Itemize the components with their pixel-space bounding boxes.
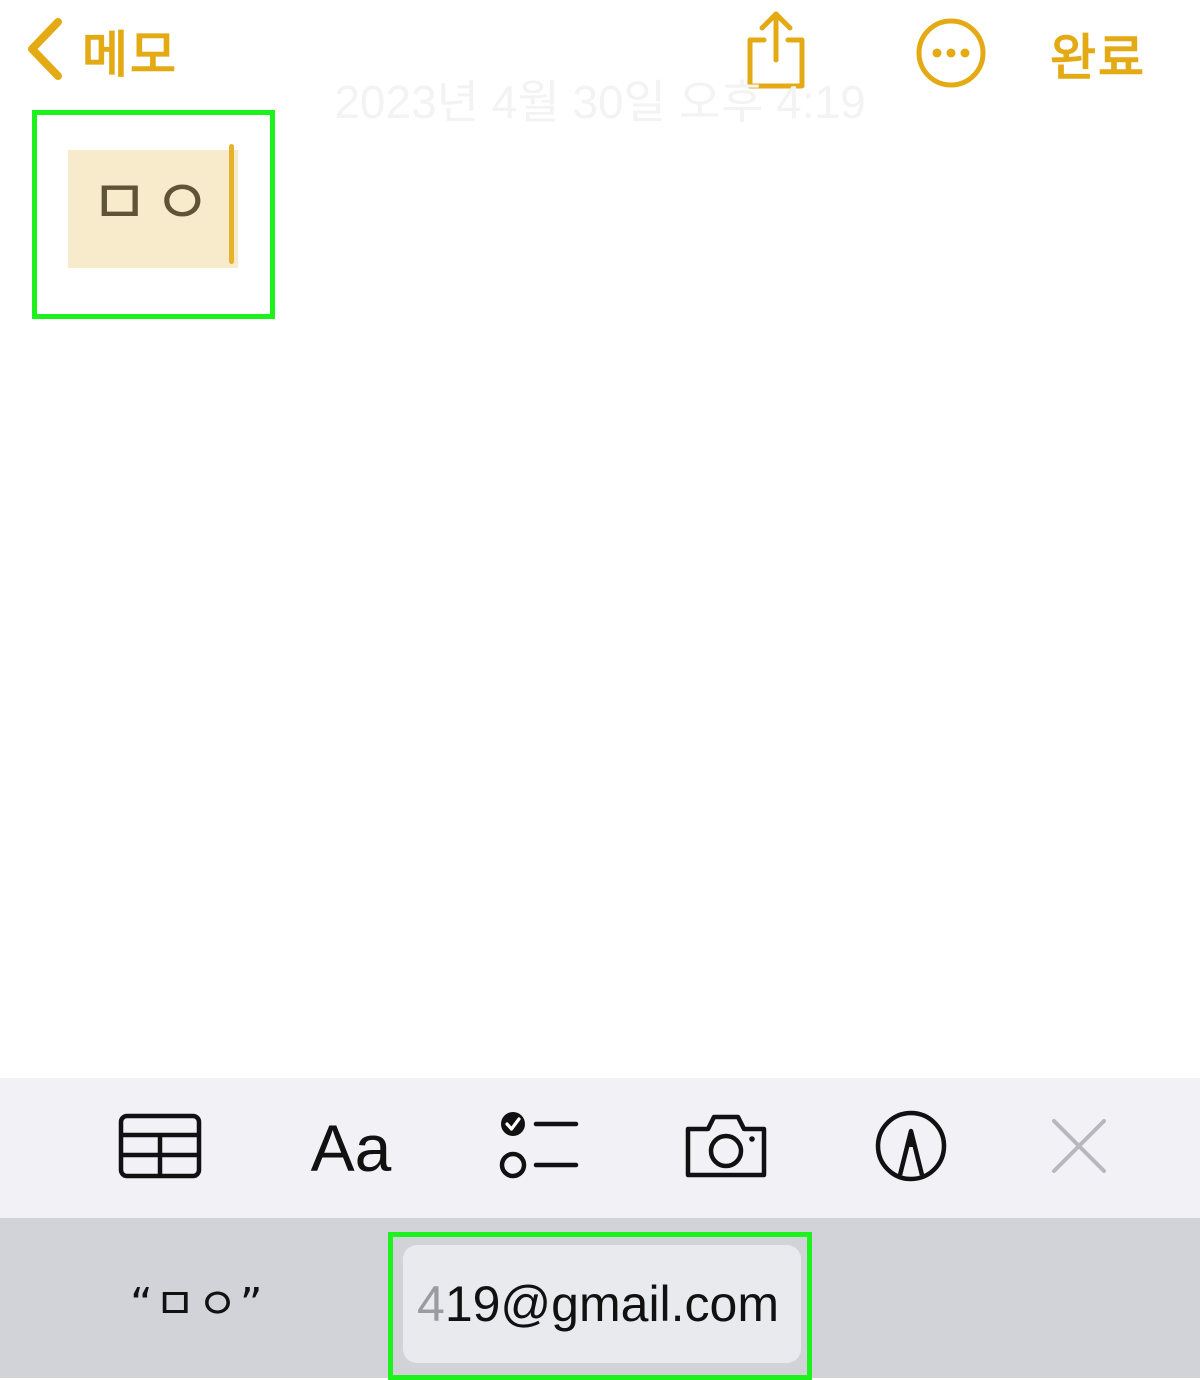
keyboard-suggestion-bar: “ㅁㅇ” 419@gmail.com	[0, 1218, 1200, 1380]
checklist-button[interactable]	[496, 1108, 580, 1188]
format-icon: Aa	[310, 1111, 392, 1185]
camera-button[interactable]	[682, 1108, 770, 1188]
formatting-toolbar: Aa	[0, 1078, 1200, 1218]
suggestion-email-text: 419@gmail.com	[417, 1275, 779, 1333]
checklist-icon	[496, 1111, 580, 1185]
camera-icon	[682, 1111, 770, 1185]
note-text: ㅁㅇ	[90, 167, 216, 241]
format-button[interactable]: Aa	[305, 1108, 397, 1188]
close-icon	[1050, 1117, 1108, 1179]
suggestion-quoted-text[interactable]: “ㅁㅇ”	[130, 1268, 265, 1332]
table-icon	[118, 1113, 202, 1183]
suggestion-email[interactable]: 419@gmail.com	[403, 1245, 801, 1363]
markup-button[interactable]	[874, 1108, 948, 1188]
text-cursor	[229, 144, 234, 264]
close-toolbar-button[interactable]	[1050, 1108, 1108, 1188]
annotation-highlight-box: 419@gmail.com	[388, 1232, 812, 1380]
suggestion-email-prefix: 4	[417, 1276, 445, 1332]
note-text-selection[interactable]: ㅁㅇ	[68, 150, 238, 268]
markup-icon	[874, 1109, 948, 1187]
table-button[interactable]	[118, 1108, 202, 1188]
suggestion-email-value: 19@gmail.com	[444, 1276, 780, 1332]
